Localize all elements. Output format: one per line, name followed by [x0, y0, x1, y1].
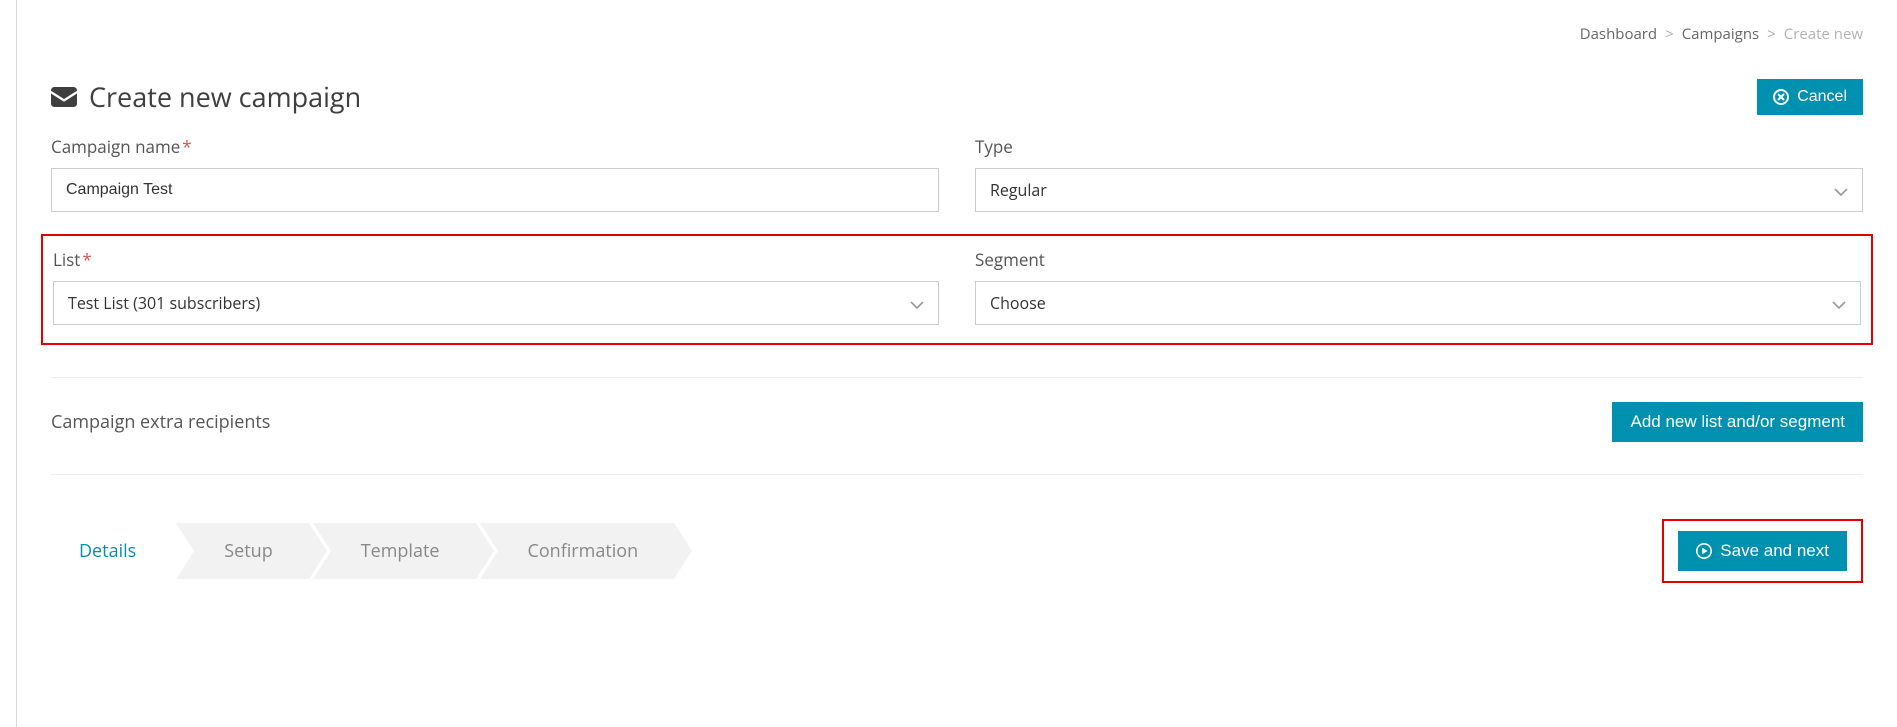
step-label: Template	[361, 539, 440, 563]
save-next-label: Save and next	[1720, 541, 1829, 561]
breadcrumb-campaigns[interactable]: Campaigns	[1682, 24, 1759, 44]
breadcrumb: Dashboard > Campaigns > Create new	[51, 0, 1863, 50]
type-select-value: Regular	[990, 179, 1047, 201]
chevron-right-icon: >	[1665, 24, 1674, 44]
segment-label: Segment	[975, 248, 1861, 271]
segment-field: Segment Choose	[975, 248, 1861, 325]
divider	[51, 377, 1863, 378]
wizard-steps: Details Setup Template Confirmation	[51, 523, 678, 579]
breadcrumb-current: Create new	[1784, 24, 1863, 44]
add-list-segment-label: Add new list and/or segment	[1630, 412, 1845, 432]
type-select[interactable]: Regular	[975, 168, 1863, 212]
required-asterisk: *	[82, 248, 91, 271]
campaign-name-input[interactable]	[51, 168, 939, 212]
list-select[interactable]: Test List (301 subscribers)	[53, 281, 939, 325]
step-setup[interactable]: Setup	[176, 523, 308, 579]
extra-recipients-label: Campaign extra recipients	[51, 410, 270, 434]
list-segment-highlight: List* Test List (301 subscribers) Segmen…	[41, 234, 1873, 345]
breadcrumb-dashboard[interactable]: Dashboard	[1580, 24, 1657, 44]
list-select-value: Test List (301 subscribers)	[68, 292, 260, 314]
cancel-circle-icon	[1773, 89, 1789, 105]
step-template[interactable]: Template	[313, 523, 476, 579]
step-label: Setup	[224, 539, 272, 563]
step-confirmation[interactable]: Confirmation	[480, 523, 675, 579]
type-label: Type	[975, 135, 1863, 158]
list-field: List* Test List (301 subscribers)	[53, 248, 939, 325]
segment-select[interactable]: Choose	[975, 281, 1861, 325]
chevron-down-icon	[1834, 179, 1848, 201]
chevron-down-icon	[910, 292, 924, 314]
list-label: List*	[53, 248, 939, 271]
save-next-button[interactable]: Save and next	[1678, 531, 1847, 571]
type-field: Type Regular	[975, 135, 1863, 212]
cancel-button[interactable]: Cancel	[1757, 79, 1863, 115]
step-details[interactable]: Details	[51, 523, 172, 579]
campaign-name-label-text: Campaign name	[51, 135, 180, 158]
step-label: Confirmation	[528, 539, 639, 563]
required-asterisk: *	[182, 135, 191, 158]
segment-select-value: Choose	[990, 292, 1046, 314]
add-list-segment-button[interactable]: Add new list and/or segment	[1612, 402, 1863, 442]
page-title-text: Create new campaign	[89, 78, 361, 115]
envelope-icon	[51, 87, 77, 107]
chevron-right-icon: >	[1767, 24, 1776, 44]
save-next-highlight: Save and next	[1662, 519, 1863, 583]
step-label: Details	[79, 539, 136, 563]
campaign-name-label: Campaign name*	[51, 135, 939, 158]
campaign-name-field: Campaign name*	[51, 135, 939, 212]
play-circle-icon	[1696, 543, 1712, 559]
divider	[51, 474, 1863, 475]
page-title: Create new campaign	[51, 78, 361, 115]
list-label-text: List	[53, 248, 80, 271]
chevron-down-icon	[1832, 292, 1846, 314]
cancel-button-label: Cancel	[1797, 88, 1847, 106]
